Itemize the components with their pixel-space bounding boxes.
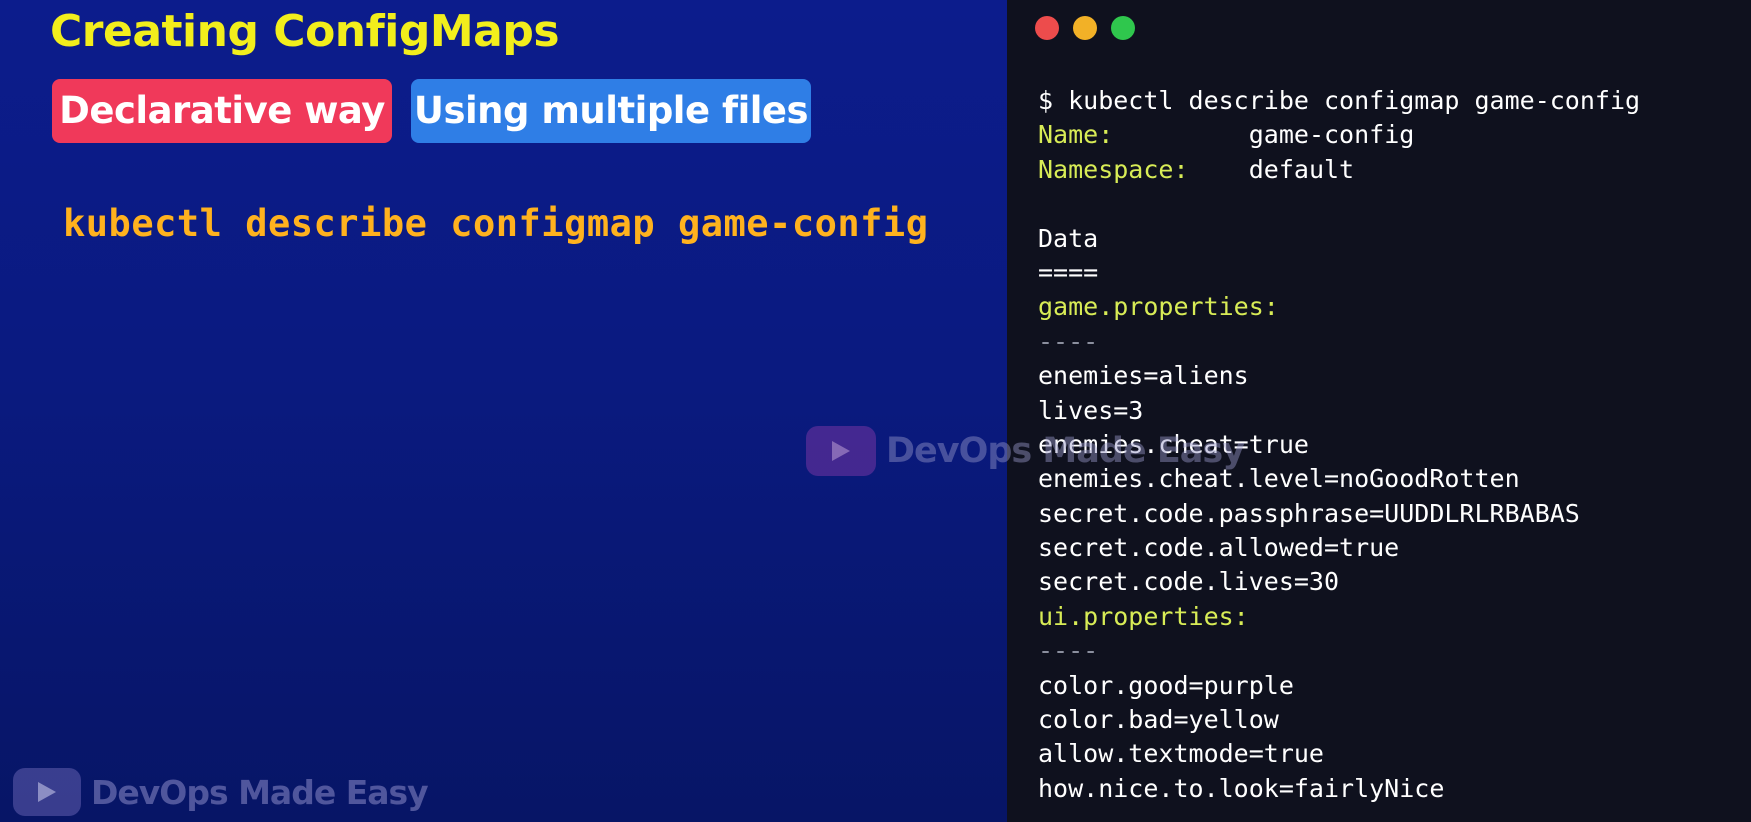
watermark-text: DevOps Made Easy: [886, 431, 1245, 471]
terminal-line: game.properties:: [1038, 292, 1279, 322]
command-text: kubectl describe configmap game-config: [63, 202, 929, 245]
terminal-line: how.nice.to.look=fairlyNice: [1038, 773, 1445, 803]
terminal-line: secret.code.allowed=true: [1038, 533, 1400, 563]
declarative-way-tag: Declarative way: [52, 79, 392, 143]
terminal-line: $ kubectl describe configmap game-config: [1038, 86, 1641, 115]
terminal-line: Name: game-config: [1038, 118, 1640, 152]
terminal-line: Namespace: default: [1038, 153, 1640, 187]
terminal-line: secret.code.passphrase=UUDDLRLRBABAS: [1038, 498, 1580, 528]
maximize-dot[interactable]: [1111, 16, 1135, 40]
terminal-line: enemies=aliens: [1038, 361, 1249, 391]
play-icon: [806, 426, 876, 476]
terminal-line: allow.textmode=true: [1038, 739, 1324, 769]
terminal-line: ====: [1038, 257, 1099, 287]
close-dot[interactable]: [1035, 16, 1059, 40]
window-controls: [1035, 16, 1135, 40]
slide-title: Creating ConfigMaps: [50, 6, 560, 57]
terminal-line: color.bad=yellow: [1038, 705, 1279, 735]
watermark-bottom: DevOps Made Easy: [13, 768, 429, 816]
terminal-value: game-config: [1248, 120, 1415, 150]
terminal-line: lives=3: [1038, 395, 1144, 425]
play-icon: [13, 768, 81, 816]
slide-panel: Creating ConfigMaps Declarative way Usin…: [0, 0, 1007, 822]
terminal-line: ui.properties:: [1038, 601, 1249, 631]
minimize-dot[interactable]: [1073, 16, 1097, 40]
multiple-files-tag: Using multiple files: [411, 79, 811, 143]
terminal-line: ----: [1038, 326, 1099, 356]
terminal-line: color.good=purple: [1038, 670, 1294, 700]
terminal-line: ----: [1038, 636, 1099, 666]
terminal-key: Name:: [1038, 120, 1114, 150]
terminal-line: secret.code.lives=30: [1038, 567, 1340, 597]
terminal-value: default: [1248, 154, 1355, 184]
terminal-key: Namespace:: [1038, 154, 1189, 184]
terminal-line: Data: [1038, 223, 1099, 253]
watermark-center: DevOps Made Easy: [806, 426, 1245, 476]
watermark-text: DevOps Made Easy: [91, 772, 429, 812]
